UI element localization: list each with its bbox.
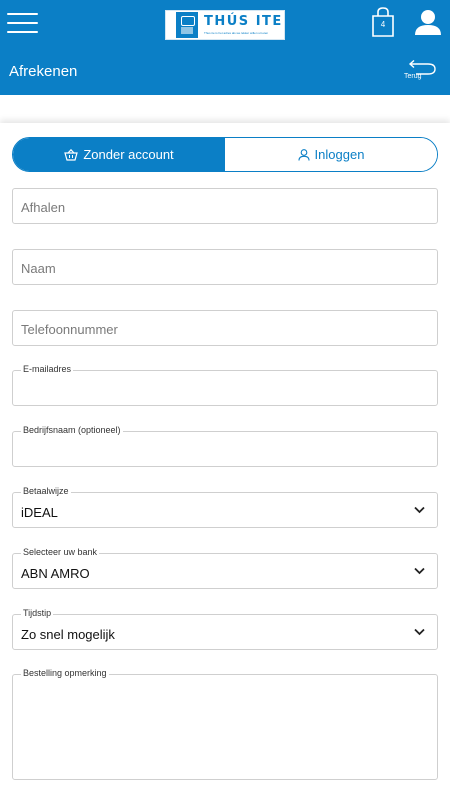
person-icon — [297, 148, 310, 161]
cart-button[interactable]: 4 — [370, 7, 396, 37]
phone-placeholder: Telefoonnummer — [21, 322, 118, 337]
logo-mark-icon — [176, 12, 198, 38]
payment-method-label: Betaalwijze — [21, 486, 71, 496]
logo-name: THÚS ITE — [204, 14, 283, 29]
bank-value: ABN AMRO — [21, 566, 90, 581]
bank-select[interactable]: Selecteer uw bank ABN AMRO — [12, 547, 438, 589]
user-icon — [415, 10, 441, 35]
tab-inloggen[interactable]: Inloggen — [225, 138, 437, 171]
back-label: Terug — [404, 73, 422, 80]
email-field[interactable]: E-mailadres — [12, 364, 438, 406]
page-header: Afrekenen — [0, 48, 450, 95]
time-select[interactable]: Tijdstip Zo snel mogelijk — [12, 608, 438, 650]
chevron-down-icon — [414, 567, 425, 575]
basket-icon — [64, 148, 79, 161]
tab-inloggen-label: Inloggen — [314, 147, 365, 162]
cart-count-badge: 4 — [380, 20, 386, 29]
logo[interactable]: THÚS ITE Thus ite is het adres als we le… — [165, 10, 285, 40]
company-field[interactable]: Bedrijfsnaam (optioneel) — [12, 425, 438, 467]
company-label: Bedrijfsnaam (optioneel) — [21, 425, 123, 435]
chevron-down-icon — [414, 628, 425, 636]
back-button[interactable]: Terug — [402, 59, 438, 84]
account-mode-toggle: Zonder account Inloggen — [12, 137, 438, 172]
phone-field[interactable]: Telefoonnummer — [12, 310, 438, 346]
delivery-method-placeholder: Afhalen — [21, 200, 66, 215]
top-bar: THÚS ITE Thus ite is het adres als we le… — [0, 0, 450, 48]
order-remark-textarea[interactable]: Bestelling opmerking — [12, 668, 438, 780]
payment-method-value: iDEAL — [21, 505, 58, 520]
email-label: E-mailadres — [21, 364, 74, 374]
bank-label: Selecteer uw bank — [21, 547, 100, 557]
page-title: Afrekenen — [9, 63, 78, 80]
name-placeholder: Naam — [21, 261, 56, 276]
user-account-button[interactable] — [414, 9, 442, 35]
logo-tagline: Thus ite is het adres als we lekker will… — [204, 31, 269, 35]
time-value: Zo snel mogelijk — [21, 627, 115, 642]
hamburger-menu-icon[interactable] — [7, 11, 38, 35]
chevron-down-icon — [414, 506, 425, 514]
order-remark-label: Bestelling opmerking — [21, 668, 109, 678]
tab-zonder-account-label: Zonder account — [83, 147, 174, 162]
name-field[interactable]: Naam — [12, 249, 438, 285]
delivery-method-field[interactable]: Afhalen — [12, 188, 438, 224]
tab-zonder-account[interactable]: Zonder account — [13, 138, 225, 171]
time-label: Tijdstip — [21, 608, 54, 618]
payment-method-select[interactable]: Betaalwijze iDEAL — [12, 486, 438, 528]
